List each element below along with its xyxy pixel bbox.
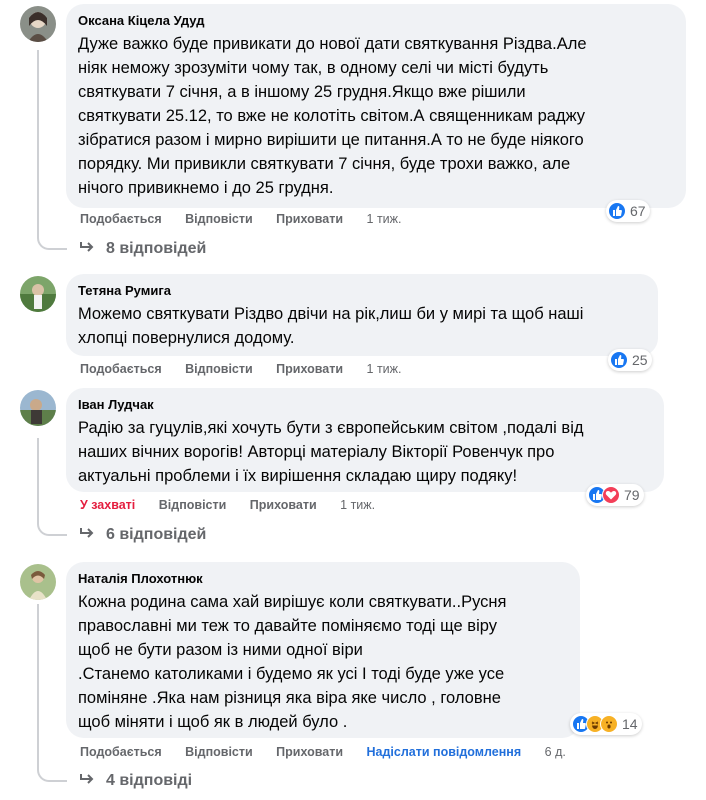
reply-arrow-icon (80, 240, 94, 258)
reaction-summary[interactable]: 79 (586, 484, 644, 506)
timestamp[interactable]: 1 тиж. (367, 362, 402, 376)
reaction-summary[interactable]: 67 (606, 200, 650, 222)
comment-bubble: Іван Лудчак Радію за гуцулів,які хочуть … (66, 388, 664, 492)
reply-button[interactable]: Відповісти (185, 362, 253, 376)
avatar[interactable] (20, 564, 56, 600)
reply-arrow-icon (80, 772, 94, 790)
reaction-count: 14 (622, 716, 638, 732)
comment-actions: Подобається Відповісти Приховати 1 тиж. (80, 212, 421, 226)
comment-text: Кожна родина сама хай вирішує коли святк… (78, 593, 507, 731)
view-replies-button[interactable]: 8 відповідей (80, 240, 206, 258)
timestamp[interactable]: 6 д. (545, 745, 566, 759)
reaction-summary[interactable]: 25 (608, 349, 652, 371)
comment-author[interactable]: Іван Лудчак (78, 396, 652, 414)
reply-arrow-icon (80, 526, 94, 544)
reply-button[interactable]: Відповісти (159, 498, 227, 512)
avatar[interactable] (20, 276, 56, 312)
send-message-button[interactable]: Надіслати повідомлення (367, 745, 522, 759)
thread-curve (37, 766, 67, 782)
comment-actions: Подобається Відповісти Приховати Надісла… (80, 745, 586, 759)
reaction-count: 79 (624, 487, 640, 503)
wow-reaction-icon (600, 715, 618, 733)
reply-button[interactable]: Відповісти (185, 212, 253, 226)
comment-text: Можемо святкувати Різдво двічи на рік,ли… (78, 305, 584, 347)
reaction-count: 25 (632, 352, 648, 368)
hide-button[interactable]: Приховати (276, 212, 343, 226)
reaction-summary[interactable]: 14 (570, 713, 642, 735)
comment-text: Радію за гуцулів,які хочуть бути з європ… (78, 419, 584, 485)
comment-text: Дуже важко буде привикати до нової дати … (78, 35, 587, 197)
thread-line (37, 604, 39, 768)
hide-button[interactable]: Приховати (276, 362, 343, 376)
avatar[interactable] (20, 6, 56, 42)
replies-count: 6 відповідей (106, 526, 207, 543)
reply-button[interactable]: Відповісти (185, 745, 253, 759)
replies-count: 4 відповіді (106, 772, 193, 789)
view-replies-button[interactable]: 6 відповідей (80, 526, 206, 544)
like-button[interactable]: Подобається (80, 362, 162, 376)
replies-count: 8 відповідей (106, 240, 207, 257)
thread-curve (37, 234, 67, 250)
like-button[interactable]: Подобається (80, 212, 162, 226)
comment-author[interactable]: Тетяна Румига (78, 282, 646, 300)
thread-curve (37, 520, 67, 536)
timestamp[interactable]: 1 тиж. (340, 498, 375, 512)
comment-author[interactable]: Оксана Кіцела Удуд (78, 12, 674, 30)
thread-line (37, 438, 39, 522)
hide-button[interactable]: Приховати (250, 498, 317, 512)
like-reaction-icon (608, 202, 626, 220)
thread-line (37, 50, 39, 236)
comment-author[interactable]: Наталія Плохотнюк (78, 570, 568, 588)
love-button[interactable]: У захваті (80, 498, 135, 512)
reaction-count: 67 (630, 203, 646, 219)
timestamp[interactable]: 1 тиж. (367, 212, 402, 226)
comment-bubble: Наталія Плохотнюк Кожна родина сама хай … (66, 562, 580, 738)
like-reaction-icon (610, 351, 628, 369)
comment-actions: У захваті Відповісти Приховати 1 тиж. (80, 498, 395, 512)
comment-bubble: Оксана Кіцела Удуд Дуже важко буде приви… (66, 4, 686, 208)
hide-button[interactable]: Приховати (276, 745, 343, 759)
like-button[interactable]: Подобається (80, 745, 162, 759)
comment-bubble: Тетяна Румига Можемо святкувати Різдво д… (66, 274, 658, 356)
view-replies-button[interactable]: 4 відповіді (80, 772, 192, 790)
love-reaction-icon (602, 486, 620, 504)
comment-actions: Подобається Відповісти Приховати 1 тиж. (80, 362, 421, 376)
avatar[interactable] (20, 390, 56, 426)
